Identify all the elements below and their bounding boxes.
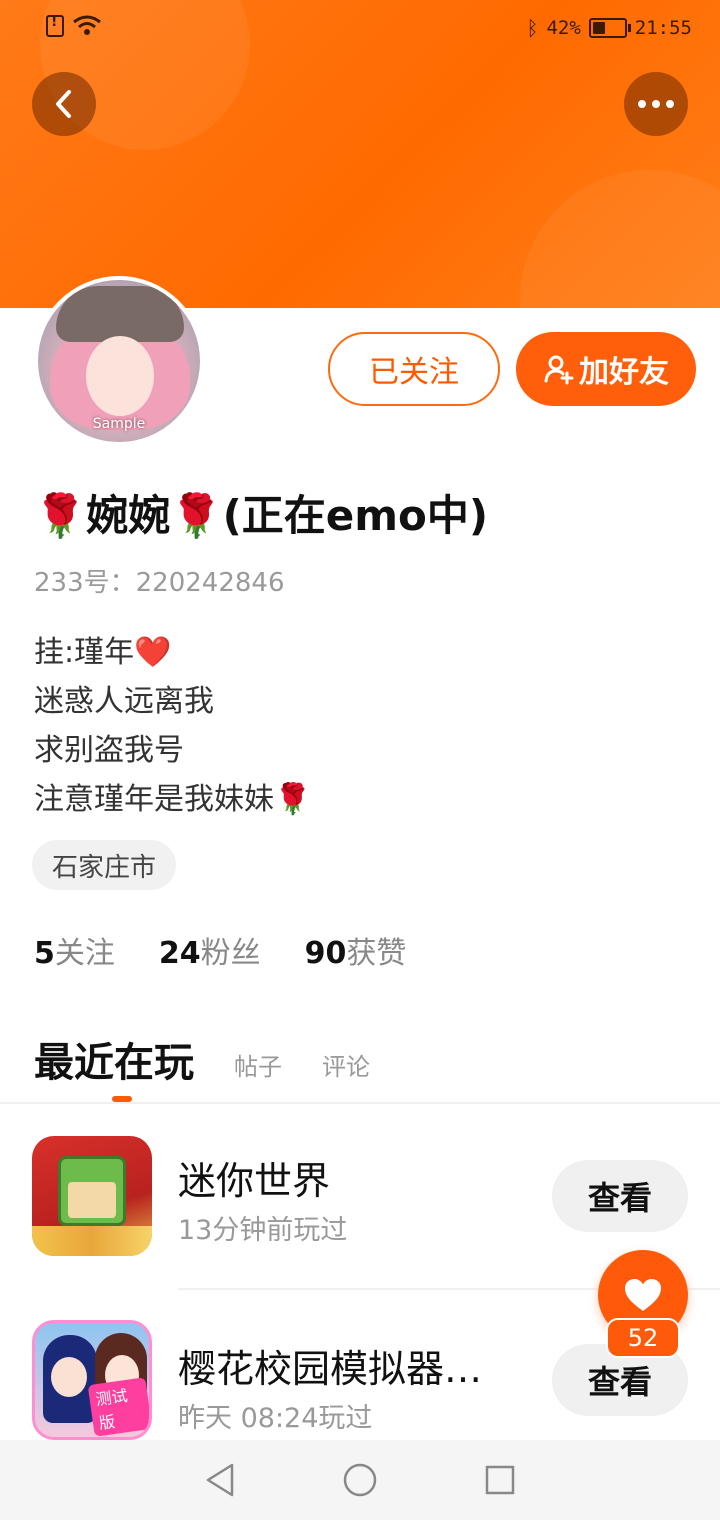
circle-home-icon: [343, 1463, 377, 1497]
tab-posts[interactable]: 帖子: [234, 1047, 282, 1088]
status-bar: ᛒ 42% 21:55: [0, 0, 720, 56]
back-button[interactable]: [32, 72, 96, 136]
tab-recently-played[interactable]: 最近在玩: [34, 1030, 194, 1102]
add-friend-label: 加好友: [579, 355, 669, 390]
bluetooth-icon: ᛒ: [526, 16, 539, 40]
followers-stat[interactable]: 24粉丝: [159, 928, 261, 972]
sim-alert-icon: [46, 14, 64, 37]
battery-percent: 42%: [546, 17, 581, 39]
bio: 挂:瑾年❤️ 迷惑人远离我 求别盗我号 注意瑾年是我妹妹🌹: [34, 628, 311, 824]
nav-back-button[interactable]: [200, 1460, 240, 1500]
battery-icon: [588, 18, 631, 38]
triangle-back-icon: [206, 1463, 234, 1497]
mini-world-icon: [32, 1136, 152, 1256]
wifi-icon: [73, 15, 101, 35]
clock: 21:55: [634, 17, 692, 39]
avatar-sample-label: Sample: [92, 416, 146, 432]
profile-tabs: 最近在玩 帖子 评论: [34, 1030, 370, 1102]
game-last-played: 昨天 08:24玩过: [178, 1403, 373, 1434]
heart-icon: [625, 1279, 661, 1311]
followed-button[interactable]: 已关注: [328, 332, 500, 406]
game-title: 迷你世界: [178, 1159, 331, 1203]
decorative-circle: [520, 170, 720, 308]
bio-line: 求别盗我号: [34, 733, 184, 768]
sakura-school-icon: 测试版: [32, 1320, 152, 1440]
following-stat[interactable]: 5关注: [34, 928, 115, 972]
nav-recents-button[interactable]: [480, 1460, 520, 1500]
like-count-badge: 52: [606, 1318, 680, 1358]
add-friend-button[interactable]: 加好友: [516, 332, 696, 406]
user-id: 233号：220242846: [34, 568, 285, 598]
chevron-left-icon: [56, 90, 71, 118]
nav-home-button[interactable]: [340, 1460, 380, 1500]
add-person-icon: [544, 355, 574, 385]
view-button[interactable]: 查看: [552, 1160, 688, 1232]
stats-row: 5关注 24粉丝 90获赞: [34, 928, 406, 972]
likes-stat[interactable]: 90获赞: [305, 928, 407, 972]
bio-line: 迷惑人远离我: [34, 684, 214, 719]
more-options-button[interactable]: [624, 72, 688, 136]
test-version-badge: 测试版: [87, 1377, 149, 1437]
nickname: 🌹婉婉🌹(正在emo中): [34, 491, 489, 540]
game-last-played: 13分钟前玩过: [178, 1215, 348, 1246]
profile-header-banner: ᛒ 42% 21:55: [0, 0, 720, 308]
bio-line: 挂:瑾年❤️: [34, 635, 172, 670]
more-dots-icon: [638, 100, 674, 108]
system-nav-bar: [0, 1440, 720, 1520]
game-title: 樱花校园模拟器…: [178, 1347, 483, 1391]
square-recents-icon: [485, 1465, 515, 1495]
avatar-image: Sample: [38, 280, 200, 442]
bio-line: 注意瑾年是我妹妹🌹: [34, 782, 312, 817]
divider: [0, 1102, 720, 1104]
avatar[interactable]: Sample: [34, 276, 204, 446]
tab-comments[interactable]: 评论: [322, 1047, 370, 1088]
location-tag[interactable]: 石家庄市: [32, 840, 177, 890]
